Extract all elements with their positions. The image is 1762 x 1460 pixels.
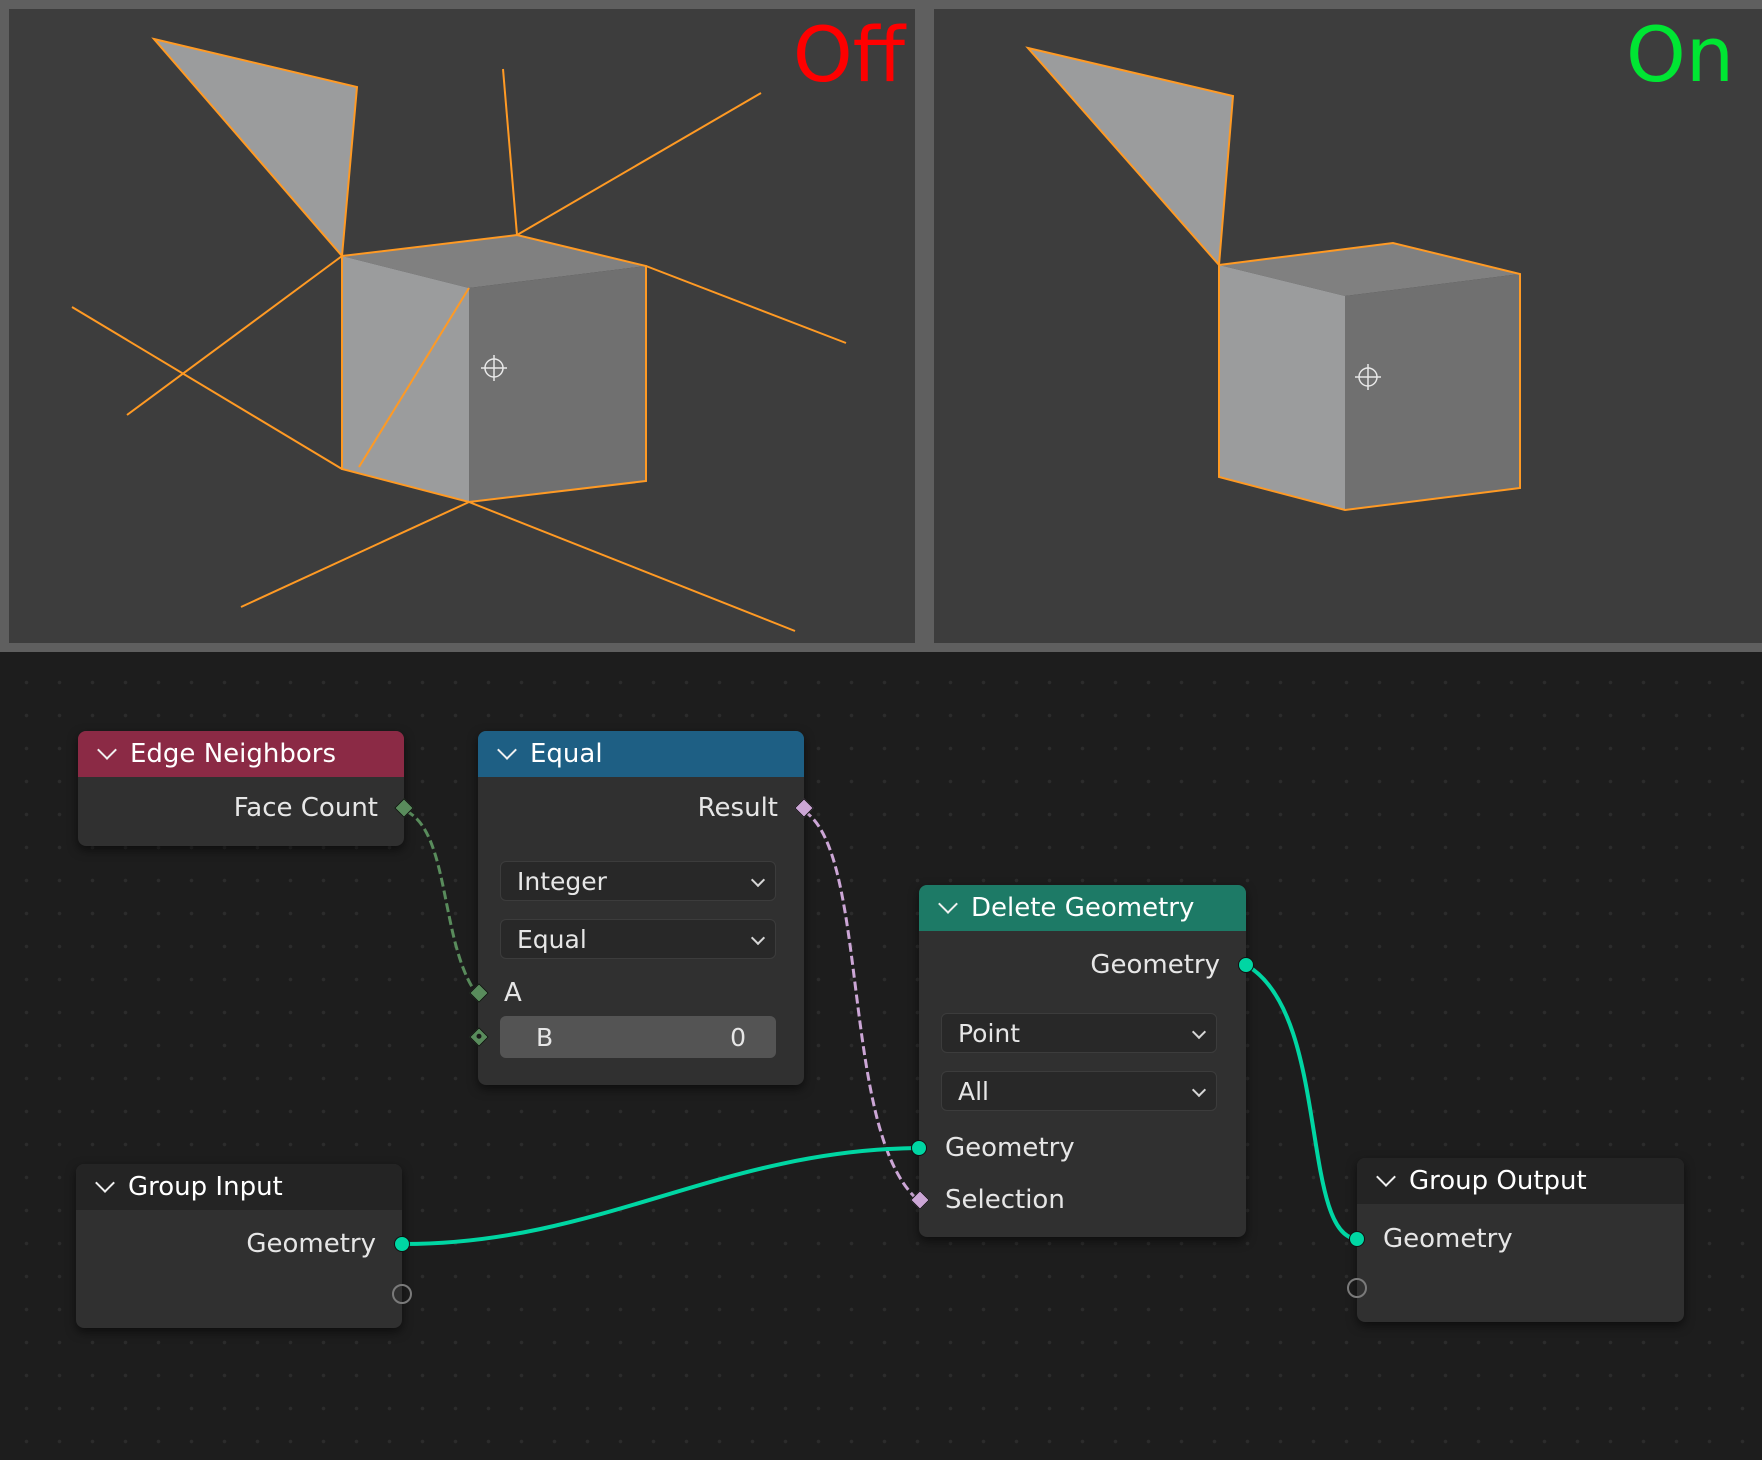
chevron-down-icon bbox=[750, 930, 766, 946]
input-a-label: A bbox=[504, 978, 522, 1008]
geometry-output-row: Geometry bbox=[919, 945, 1246, 985]
input-b-label: B bbox=[536, 1022, 554, 1052]
chevron-down-icon bbox=[1191, 1024, 1207, 1040]
geometry-input-label: Geometry bbox=[945, 1133, 1075, 1163]
geometry-input-row: Geometry bbox=[1357, 1219, 1684, 1259]
triangle-face bbox=[151, 37, 359, 259]
geometry-output-socket[interactable] bbox=[1238, 957, 1254, 973]
geometry-input-row: Geometry bbox=[919, 1128, 1246, 1168]
collapse-chevron-icon[interactable] bbox=[497, 740, 517, 760]
edge-neighbors-node[interactable]: Edge Neighbors Face Count bbox=[78, 731, 414, 846]
domain-value: Point bbox=[958, 1018, 1021, 1048]
chevron-down-icon bbox=[1191, 1082, 1207, 1098]
domain-dropdown[interactable]: Point bbox=[941, 1013, 1217, 1053]
extend-socket-icon[interactable] bbox=[392, 1284, 412, 1304]
triangle-face bbox=[1025, 46, 1235, 268]
result-label: Result bbox=[697, 793, 778, 823]
cube-right-face bbox=[469, 266, 646, 502]
input-a-row: A bbox=[478, 973, 804, 1013]
link-geometry-to-group-output bbox=[1245, 963, 1357, 1241]
equal-node[interactable]: Equal Result Integer Equal A B 0 bbox=[469, 731, 814, 1085]
input-b-value: 0 bbox=[730, 1022, 746, 1052]
collapse-chevron-icon[interactable] bbox=[1376, 1167, 1396, 1187]
equal-header[interactable]: Equal bbox=[478, 731, 804, 777]
geometry-output-socket[interactable] bbox=[394, 1236, 410, 1252]
cube-left-face bbox=[1219, 265, 1345, 510]
operation-value: Equal bbox=[517, 924, 587, 954]
group-output-node[interactable]: Group Output Geometry bbox=[1347, 1158, 1684, 1322]
link-result-to-selection bbox=[803, 809, 919, 1202]
link-face-count-to-a bbox=[405, 809, 478, 994]
geometry-output-label: Geometry bbox=[1090, 950, 1220, 980]
geometry-input-socket[interactable] bbox=[1349, 1231, 1365, 1247]
input-b-socket[interactable] bbox=[469, 1027, 489, 1047]
viewport-off[interactable]: Off bbox=[9, 9, 915, 643]
viewport-area: Off On bbox=[0, 0, 1762, 652]
group-input-node[interactable]: Group Input Geometry bbox=[76, 1164, 412, 1328]
viewport-on-scene bbox=[1025, 46, 1521, 512]
node-title: Equal bbox=[530, 739, 603, 769]
cube-right-face bbox=[1345, 274, 1520, 510]
off-label: Off bbox=[792, 10, 905, 99]
face-count-output-row: Face Count bbox=[78, 788, 404, 828]
geometry-input-socket[interactable] bbox=[911, 1140, 927, 1156]
data-type-dropdown[interactable]: Integer bbox=[500, 861, 776, 901]
group-input-header[interactable]: Group Input bbox=[76, 1164, 402, 1210]
collapse-chevron-icon[interactable] bbox=[97, 740, 117, 760]
node-title: Group Output bbox=[1409, 1166, 1587, 1196]
group-output-header[interactable]: Group Output bbox=[1357, 1158, 1684, 1204]
node-title: Edge Neighbors bbox=[130, 739, 336, 769]
link-group-input-to-geometry bbox=[403, 1146, 919, 1246]
delete-geometry-node[interactable]: Delete Geometry Geometry Point All Geome… bbox=[910, 885, 1254, 1237]
input-b-field[interactable]: B 0 bbox=[500, 1016, 776, 1058]
geometry-input-label: Geometry bbox=[1383, 1224, 1513, 1254]
geometry-output-label: Geometry bbox=[246, 1229, 376, 1259]
mode-dropdown[interactable]: All bbox=[941, 1071, 1217, 1111]
node-title: Group Input bbox=[128, 1172, 283, 1202]
chevron-down-icon bbox=[750, 872, 766, 888]
viewport-off-scene bbox=[71, 37, 847, 632]
data-type-value: Integer bbox=[517, 866, 607, 896]
node-title: Delete Geometry bbox=[971, 893, 1195, 923]
geometry-output-row: Geometry bbox=[76, 1224, 402, 1264]
selection-input-row: Selection bbox=[919, 1180, 1246, 1220]
result-output-row: Result bbox=[478, 788, 804, 828]
delete-geometry-header[interactable]: Delete Geometry bbox=[919, 885, 1246, 931]
on-label: On bbox=[1626, 10, 1734, 99]
node-editor[interactable]: Edge Neighbors Face Count Equal Result I… bbox=[0, 652, 1762, 1460]
extend-socket-icon[interactable] bbox=[1347, 1278, 1367, 1298]
face-count-label: Face Count bbox=[233, 793, 378, 823]
collapse-chevron-icon[interactable] bbox=[95, 1173, 115, 1193]
viewport-on[interactable]: On bbox=[934, 9, 1762, 643]
operation-dropdown[interactable]: Equal bbox=[500, 919, 776, 959]
mode-value: All bbox=[958, 1076, 989, 1106]
selection-input-label: Selection bbox=[945, 1185, 1065, 1215]
edge-neighbors-header[interactable]: Edge Neighbors bbox=[78, 731, 404, 777]
collapse-chevron-icon[interactable] bbox=[938, 894, 958, 914]
